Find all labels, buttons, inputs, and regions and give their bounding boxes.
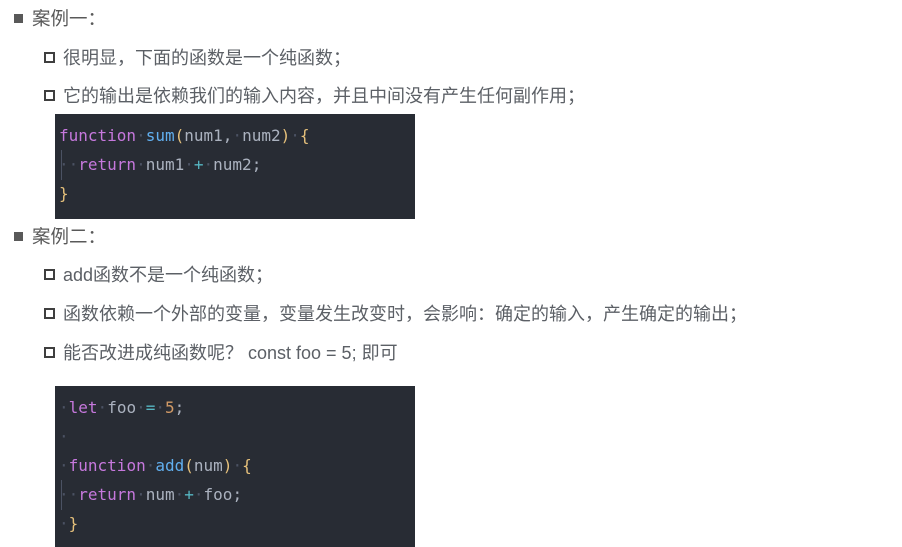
code-line: ·function·add(num)·{ xyxy=(55,451,415,480)
token-semicolon: ; xyxy=(232,485,243,504)
filled-square-bullet-icon xyxy=(14,14,23,23)
token-number: 5 xyxy=(165,398,175,417)
token-paren-close: ) xyxy=(280,126,291,145)
token-function-name: add xyxy=(155,456,185,475)
token-identifier: num1 xyxy=(145,155,185,174)
token-operator-plus: + xyxy=(193,155,204,174)
token-keyword: return xyxy=(78,155,137,174)
token-identifier: num2 xyxy=(242,126,281,145)
whitespace-dot: · xyxy=(97,398,108,417)
token-identifier: num xyxy=(145,485,175,504)
list-item-label: add函数不是一个纯函数； xyxy=(63,265,274,285)
token-keyword: let xyxy=(68,398,98,417)
token-identifier: num2 xyxy=(213,155,252,174)
list-item: 函数依赖一个外部的变量，变量发生改变时，会影响：确定的输入，产生确定的输出； xyxy=(44,303,747,325)
code-line: } xyxy=(55,179,415,208)
whitespace-dot: · xyxy=(136,155,146,174)
whitespace-dot: · xyxy=(136,398,146,417)
whitespace-dot: · xyxy=(193,485,204,504)
token-identifier: num xyxy=(193,456,223,475)
list-item: 它的输出是依赖我们的输入内容，并且中间没有产生任何副作用； xyxy=(44,85,585,107)
token-paren-close: ) xyxy=(222,456,233,475)
whitespace-dots: ·· xyxy=(59,155,79,174)
token-brace-close: } xyxy=(59,184,69,203)
code-block-add: ·let·foo·=·5; · ·function·add(num)·{ ··r… xyxy=(55,386,415,547)
token-operator-equals: = xyxy=(145,398,156,417)
hollow-square-bullet-icon xyxy=(44,52,55,63)
section-heading-2-label: 案例二： xyxy=(32,226,107,247)
whitespace-dots: ·· xyxy=(59,485,79,504)
whitespace-dot: · xyxy=(184,155,194,174)
token-identifier: foo xyxy=(203,485,233,504)
token-function-name: sum xyxy=(145,126,175,145)
token-operator-plus: + xyxy=(184,485,194,504)
code-line: function·sum(num1,·num2)·{ xyxy=(55,121,415,150)
whitespace-dot: · xyxy=(290,126,300,145)
token-identifier: foo xyxy=(107,398,137,417)
token-brace-close: } xyxy=(68,514,79,533)
list-item-label: 函数依赖一个外部的变量，变量发生改变时，会影响：确定的输入，产生确定的输出； xyxy=(63,304,747,324)
whitespace-dot: · xyxy=(145,456,156,475)
slide-canvas: 案例一： 很明显，下面的函数是一个纯函数； 它的输出是依赖我们的输入内容，并且中… xyxy=(0,0,902,547)
code-line: ··return·num·+·foo; xyxy=(55,480,415,510)
code-line: ·let·foo·=·5; xyxy=(55,393,415,422)
list-item-label: 它的输出是依赖我们的输入内容，并且中间没有产生任何副作用； xyxy=(63,86,585,106)
list-item-label: 能否改进成纯函数呢？ const foo = 5; 即可 xyxy=(63,343,398,363)
token-keyword: function xyxy=(59,126,137,145)
token-comma: , xyxy=(222,126,233,145)
whitespace-dot: · xyxy=(59,398,69,417)
token-paren-open: ( xyxy=(184,456,194,475)
token-semicolon: ; xyxy=(251,155,262,174)
section-heading-1: 案例一： xyxy=(14,8,106,30)
whitespace-dot: · xyxy=(59,427,69,446)
hollow-square-bullet-icon xyxy=(44,90,55,101)
token-brace-open: { xyxy=(242,456,252,475)
list-item: 能否改进成纯函数呢？ const foo = 5; 即可 xyxy=(44,342,398,364)
code-line: ··return·num1·+·num2; xyxy=(55,150,415,180)
code-line: ·} xyxy=(55,509,415,538)
token-identifier: num1 xyxy=(184,126,223,145)
section-heading-1-label: 案例一： xyxy=(32,8,107,29)
whitespace-dot: · xyxy=(203,155,214,174)
token-keyword: return xyxy=(78,485,137,504)
code-block-sum: function·sum(num1,·num2)·{ ··return·num1… xyxy=(55,114,415,219)
section-heading-2: 案例二： xyxy=(14,226,106,248)
whitespace-dot: · xyxy=(155,398,166,417)
token-paren-open: ( xyxy=(174,126,185,145)
whitespace-dot: · xyxy=(136,485,146,504)
filled-square-bullet-icon xyxy=(14,232,23,241)
token-semicolon: ; xyxy=(174,398,185,417)
hollow-square-bullet-icon xyxy=(44,347,55,358)
token-keyword: function xyxy=(68,456,146,475)
code-line-blank: · xyxy=(55,422,415,451)
list-item: 很明显，下面的函数是一个纯函数； xyxy=(44,47,351,69)
whitespace-dot: · xyxy=(174,485,185,504)
whitespace-dot: · xyxy=(136,126,146,145)
list-item-label: 很明显，下面的函数是一个纯函数； xyxy=(63,48,351,68)
whitespace-dot: · xyxy=(59,514,69,533)
whitespace-dot: · xyxy=(232,456,243,475)
whitespace-dot: · xyxy=(59,456,69,475)
whitespace-dot: · xyxy=(232,126,243,145)
token-brace-open: { xyxy=(299,126,310,145)
list-item: add函数不是一个纯函数； xyxy=(44,264,273,286)
hollow-square-bullet-icon xyxy=(44,269,55,280)
hollow-square-bullet-icon xyxy=(44,308,55,319)
